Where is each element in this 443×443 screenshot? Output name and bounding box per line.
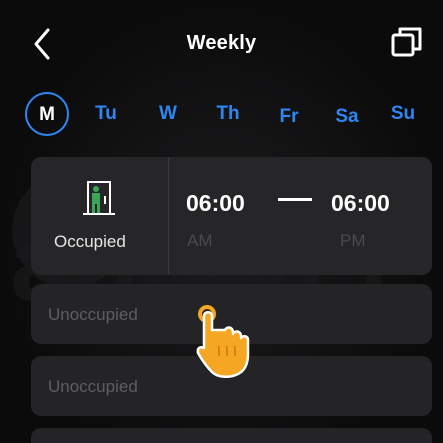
start-time[interactable]: 06:00 [186, 190, 245, 217]
page-title: Weekly [186, 32, 257, 54]
unoccupied-label: Unoccupied [48, 305, 138, 324]
day-friday[interactable]: Fr [269, 95, 309, 139]
day-tuesday[interactable]: Tu [86, 92, 126, 136]
copy-icon[interactable] [389, 24, 425, 60]
weekly-schedule-screen: applyer Weekly M Tu W Th Fr Sa Su Occupi… [0, 0, 443, 443]
unoccupied-label: Unoccupied [48, 377, 138, 396]
tap-hand-cursor-icon [196, 305, 250, 378]
start-period: AM [187, 231, 213, 250]
time-separator [278, 198, 312, 201]
day-saturday[interactable]: Sa [327, 95, 367, 139]
slot-divider [168, 157, 169, 275]
end-period: PM [340, 231, 366, 250]
day-wednesday[interactable]: W [148, 92, 188, 136]
day-selector: M Tu W Th Fr Sa Su [22, 92, 442, 142]
day-monday[interactable]: M [25, 92, 69, 136]
day-sunday[interactable]: Su [383, 92, 423, 136]
end-time[interactable]: 06:00 [331, 190, 390, 217]
occupied-person-icon [83, 181, 115, 215]
day-thursday[interactable]: Th [208, 92, 248, 136]
schedule-slot[interactable] [31, 428, 432, 443]
occupied-label: Occupied [54, 232, 126, 251]
